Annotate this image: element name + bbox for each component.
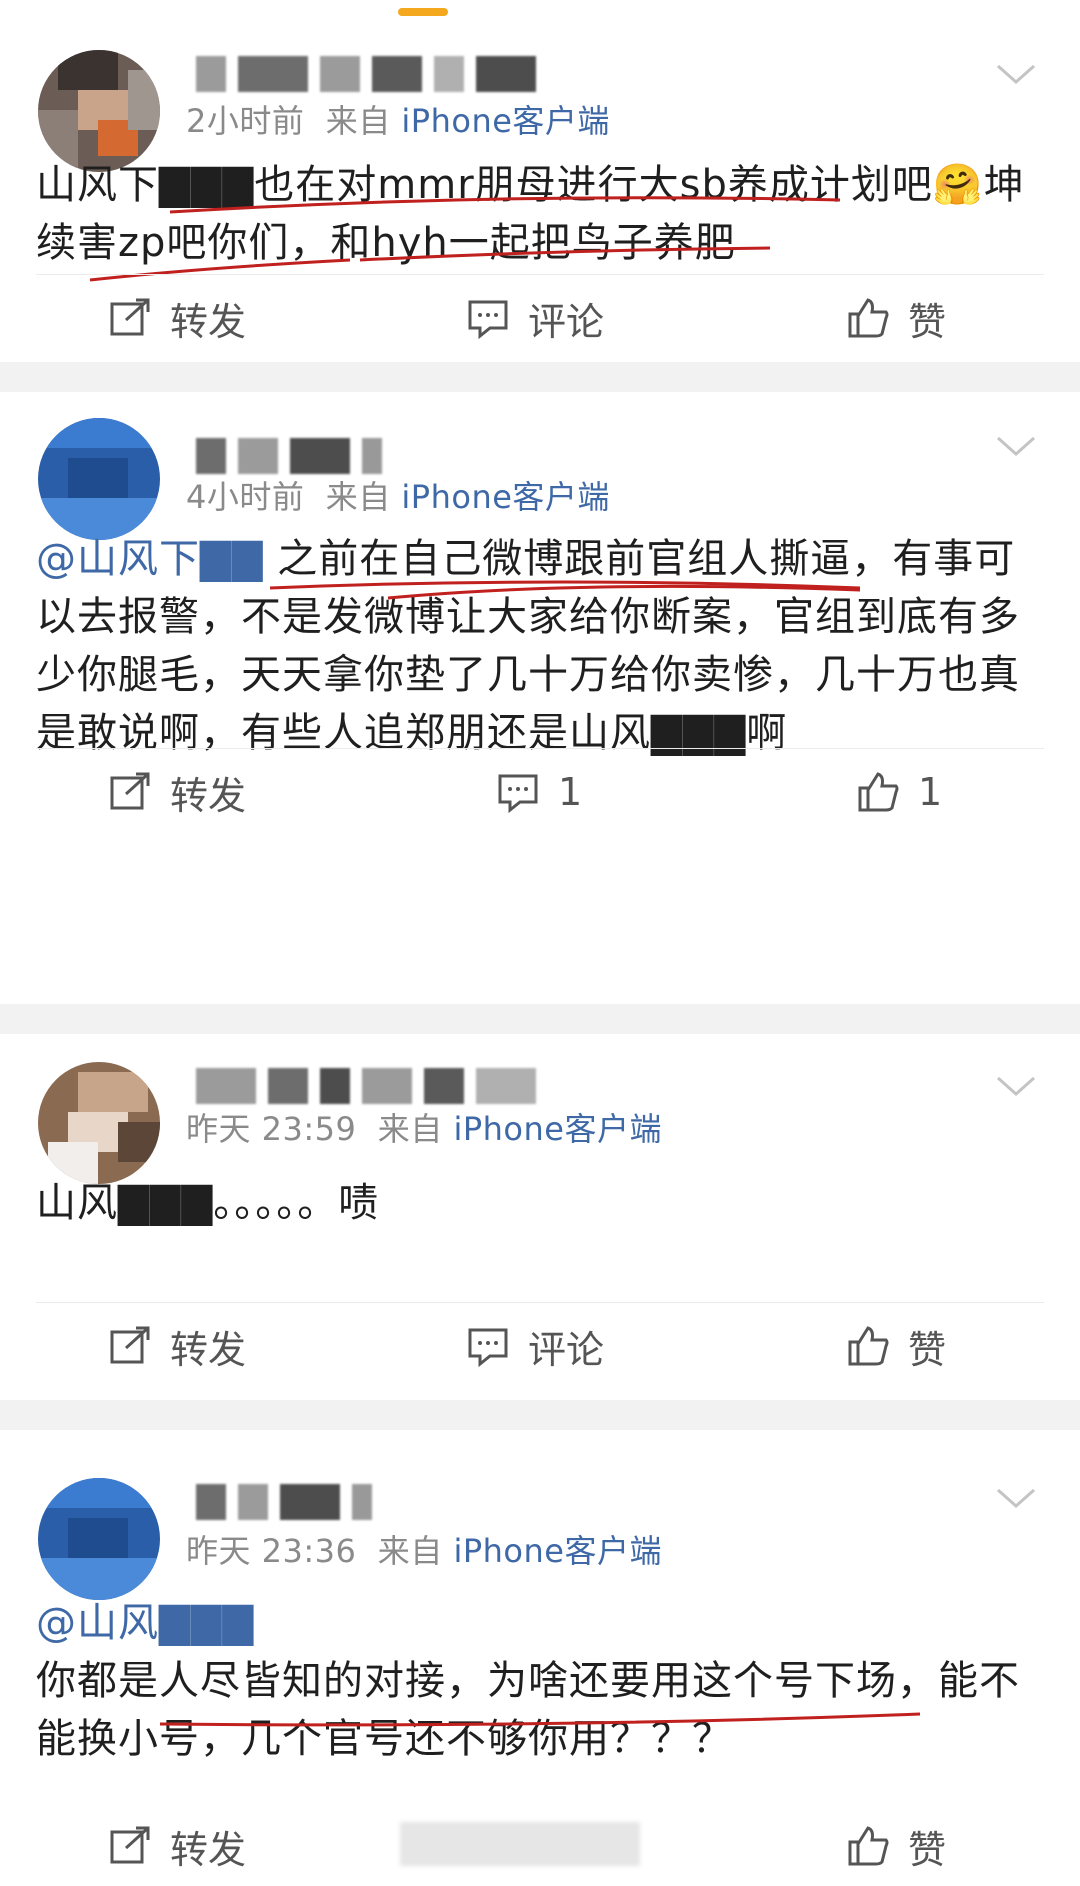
post-content: 山风下▇▇▇也在对mmr朋母进行大sb养成计划吧🤗坤续害zp吧你们，和hyh一起…: [36, 162, 1025, 266]
post-text: 你都是人尽皆知的对接，为啥还要用这个号下场，能不能换小号，几个官号还不够你用？？…: [36, 1658, 1020, 1762]
repost-button[interactable]: 转发: [108, 1306, 246, 1386]
repost-label: 转发: [170, 1827, 247, 1872]
comment-label: 评论: [528, 299, 605, 344]
comment-icon: [468, 300, 508, 340]
action-bar: 转发 1 1: [0, 752, 1080, 832]
watermark: [400, 1822, 640, 1866]
action-divider: [36, 274, 1044, 275]
like-count: 1: [918, 770, 943, 814]
avatar[interactable]: [38, 50, 160, 172]
post-time: 2小时前: [186, 102, 305, 140]
post-card: 2小时前 来自 iPhone客户端 山风下▇▇▇也在对mmr朋母进行大sb养成计…: [0, 22, 1080, 362]
post-meta: 4小时前 来自 iPhone客户端: [186, 472, 610, 518]
repost-button[interactable]: 转发: [108, 278, 246, 358]
post-card: 4小时前 来自 iPhone客户端 @山风下▇▇ 之前在自己微博跟前官组人撕逼，…: [0, 392, 1080, 1004]
post-meta: 昨天 23:36 来自 iPhone客户端: [186, 1526, 662, 1572]
username-redacted[interactable]: [196, 1064, 536, 1108]
username-redacted[interactable]: [196, 1480, 372, 1524]
repost-icon: [110, 1826, 150, 1864]
from-label: 来自: [377, 1532, 443, 1570]
like-label: 赞: [908, 1827, 947, 1872]
avatar[interactable]: [38, 418, 160, 540]
post-content: @山风▇▇▇ 你都是人尽皆知的对接，为啥还要用这个号下场，能不能换小号，几个官号…: [36, 1594, 1046, 1768]
like-button[interactable]: 1: [856, 752, 942, 832]
like-label: 赞: [908, 1327, 947, 1372]
like-button[interactable]: 赞: [846, 278, 946, 358]
like-button[interactable]: 赞: [846, 1306, 946, 1386]
repost-button[interactable]: 转发: [108, 752, 246, 832]
like-label: 赞: [908, 299, 947, 344]
action-bar: 转发 评论 赞: [0, 1306, 1080, 1386]
repost-icon: [110, 772, 150, 810]
action-divider: [36, 1302, 1044, 1303]
thumbs-up-icon: [848, 298, 889, 338]
post-meta: 昨天 23:59 来自 iPhone客户端: [186, 1104, 662, 1150]
action-bar: 转发 评论 赞: [0, 278, 1080, 358]
repost-icon: [110, 1326, 150, 1364]
chevron-down-icon[interactable]: [996, 434, 1036, 458]
comment-icon: [498, 774, 538, 814]
repost-icon: [110, 298, 150, 336]
mention-link[interactable]: @山风▇▇▇: [36, 1594, 1046, 1652]
post-card: 昨天 23:36 来自 iPhone客户端 @山风▇▇▇ 你都是人尽皆知的对接，…: [0, 1430, 1080, 1886]
post-time: 昨天 23:59: [186, 1110, 357, 1148]
post-time: 昨天 23:36: [186, 1532, 357, 1570]
username-redacted[interactable]: [196, 52, 536, 96]
post-separator: [0, 1004, 1080, 1034]
post-meta: 2小时前 来自 iPhone客户端: [186, 96, 610, 142]
thumbs-up-icon: [858, 772, 899, 812]
post-card: 昨天 23:59 来自 iPhone客户端 山风▇▇▇。。。。。啧 转发 评论 …: [0, 1034, 1080, 1400]
mention-link[interactable]: @山风下▇▇: [36, 536, 264, 582]
pull-indicator: [398, 8, 448, 16]
comment-button[interactable]: 1: [496, 752, 582, 832]
comment-label: 评论: [528, 1327, 605, 1372]
source-link[interactable]: iPhone客户端: [401, 478, 610, 516]
avatar[interactable]: [38, 1478, 160, 1600]
source-link[interactable]: iPhone客户端: [453, 1532, 662, 1570]
from-label: 来自: [377, 1110, 443, 1148]
chevron-down-icon[interactable]: [996, 1074, 1036, 1098]
comment-icon: [468, 1328, 508, 1368]
action-divider: [36, 748, 1044, 749]
repost-button[interactable]: 转发: [108, 1806, 246, 1886]
repost-label: 转发: [170, 299, 247, 344]
comment-button[interactable]: 评论: [466, 1306, 604, 1386]
chevron-down-icon[interactable]: [996, 1486, 1036, 1510]
like-button[interactable]: 赞: [846, 1806, 946, 1886]
post-separator: [0, 1400, 1080, 1430]
source-link[interactable]: iPhone客户端: [401, 102, 610, 140]
from-label: 来自: [325, 102, 391, 140]
chevron-down-icon[interactable]: [996, 62, 1036, 86]
post-content: 山风▇▇▇。。。。。啧: [36, 1180, 380, 1226]
avatar[interactable]: [38, 1062, 160, 1184]
from-label: 来自: [325, 478, 391, 516]
post-time: 4小时前: [186, 478, 305, 516]
thumbs-up-icon: [848, 1826, 889, 1866]
post-separator: [0, 362, 1080, 392]
comment-count: 1: [558, 770, 583, 814]
repost-label: 转发: [170, 773, 247, 818]
thumbs-up-icon: [848, 1326, 889, 1366]
comment-button[interactable]: 评论: [466, 278, 604, 358]
source-link[interactable]: iPhone客户端: [453, 1110, 662, 1148]
post-content: @山风下▇▇ 之前在自己微博跟前官组人撕逼，有事可以去报警，不是发微博让大家给你…: [36, 530, 1046, 762]
repost-label: 转发: [170, 1327, 247, 1372]
